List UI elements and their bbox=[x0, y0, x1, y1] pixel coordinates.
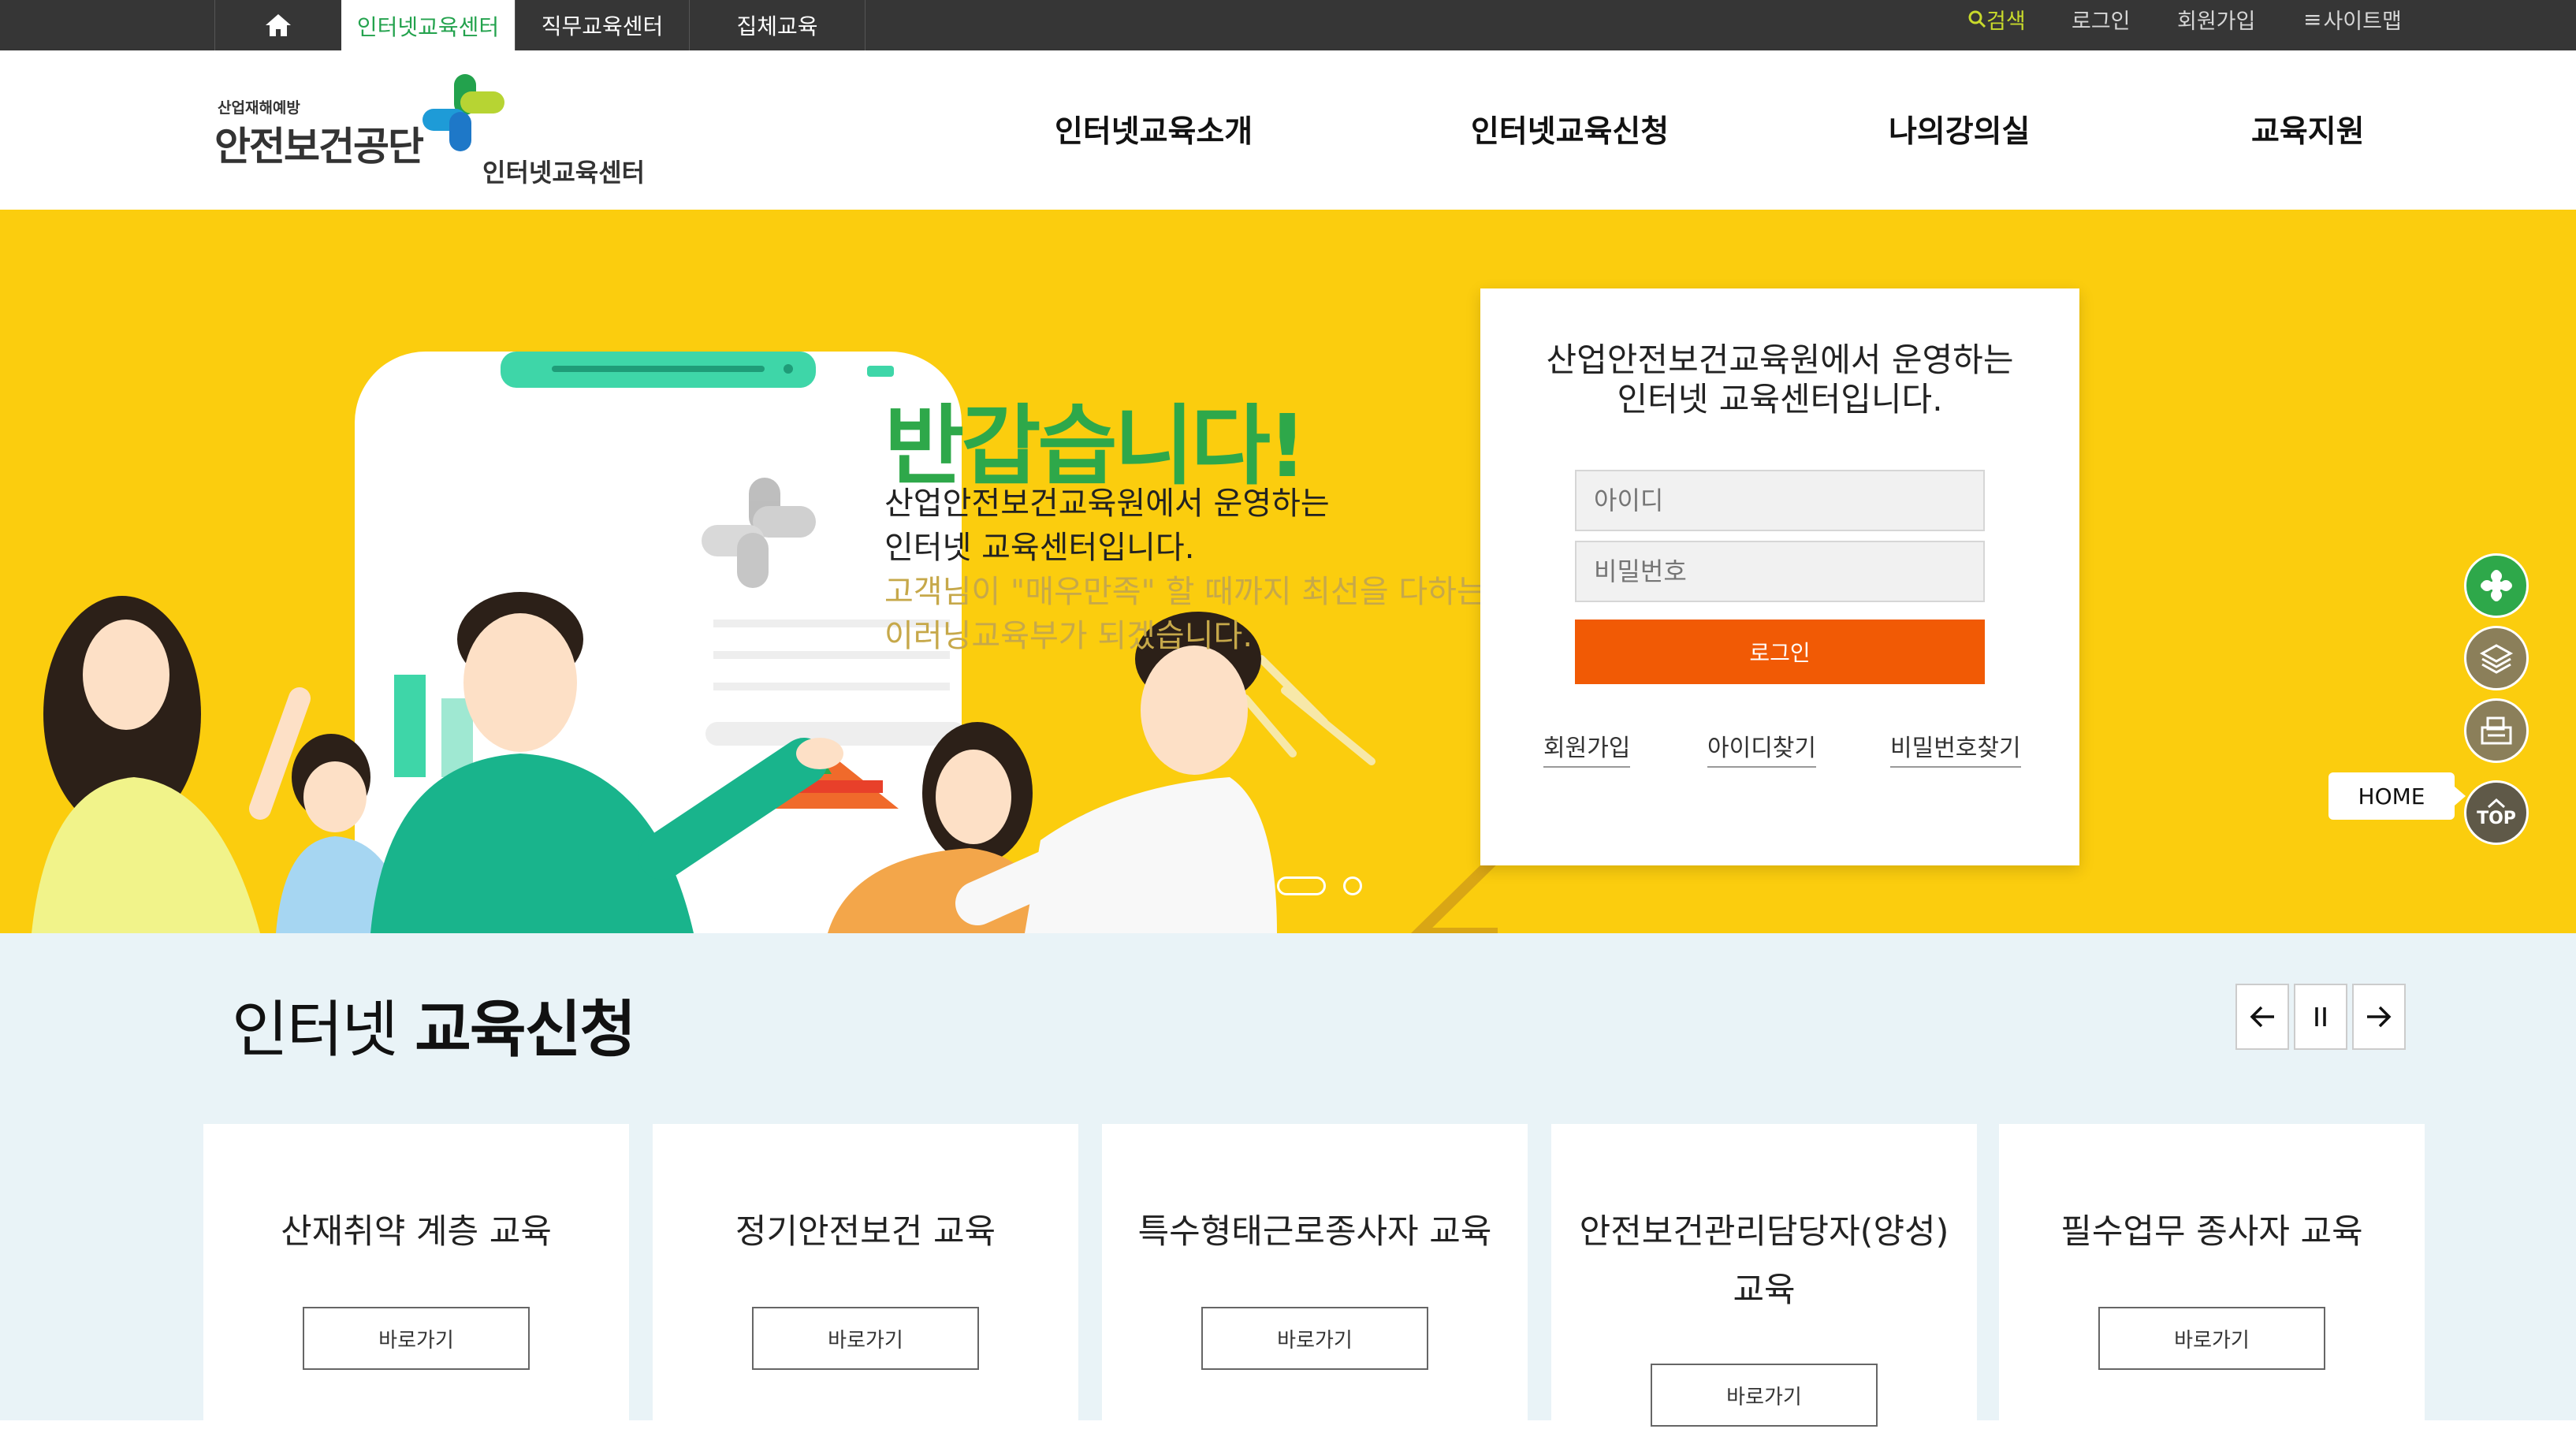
clover-icon bbox=[2481, 570, 2512, 601]
login-intro-line-1: 산업안전보건교육원에서 운영하는 bbox=[1546, 340, 2014, 379]
gnb-internet-intro[interactable]: 인터넷교육소개 bbox=[1055, 107, 1253, 151]
arrow-right-icon bbox=[2367, 1006, 2392, 1028]
id-input[interactable] bbox=[1575, 470, 1985, 531]
home-icon[interactable] bbox=[214, 0, 342, 50]
gnb-internet-apply[interactable]: 인터넷교육신청 bbox=[1471, 107, 1669, 151]
search-icon bbox=[1968, 10, 1986, 28]
scroll-top-button[interactable]: TOP bbox=[2464, 780, 2529, 845]
next-button[interactable] bbox=[2352, 984, 2406, 1050]
top-utility-bar: 인터넷교육센터 직무교육센터 집체교육 검색 로그인 회원가입 ≡ 사이트맵 bbox=[0, 0, 2576, 52]
login-button[interactable]: 로그인 bbox=[1575, 620, 1985, 684]
quick-home-button[interactable] bbox=[2464, 553, 2529, 618]
course-card-title: 필수업무 종사자 교육 bbox=[2060, 1212, 2363, 1252]
course-card: 특수형태근로종사자 교육 바로가기 bbox=[1102, 1124, 1528, 1455]
hero-line-2: 인터넷 교육센터입니다. bbox=[884, 530, 1195, 566]
section-title: 인터넷 교육신청 bbox=[232, 981, 636, 1069]
course-go-button[interactable]: 바로가기 bbox=[752, 1307, 979, 1370]
tab-group-education[interactable]: 집체교육 bbox=[690, 0, 865, 50]
gnb-education-support[interactable]: 교육지원 bbox=[2251, 107, 2365, 151]
hero-banner: 반갑습니다! 산업안전보건교육원에서 운영하는 인터넷 교육센터입니다. 고객님… bbox=[0, 210, 2576, 933]
login-panel: 산업안전보건교육원에서 운영하는 인터넷 교육센터입니다. 로그인 회원가입 아… bbox=[1480, 288, 2079, 865]
layers-icon bbox=[2479, 644, 2514, 674]
password-input[interactable] bbox=[1575, 541, 1985, 602]
section-title-bold: 교육신청 bbox=[415, 995, 636, 1066]
pause-button[interactable] bbox=[2294, 984, 2347, 1050]
slide-indicator-1[interactable] bbox=[1277, 876, 1326, 895]
section-title-light: 인터넷 bbox=[232, 995, 415, 1066]
slide-indicator-2[interactable] bbox=[1343, 876, 1362, 895]
education-apply-section: 인터넷 교육신청 산재취약 계층 교육 바로가기 정기안전보건 교육 바로가기 … bbox=[0, 933, 2576, 1455]
quick-layers-button[interactable] bbox=[2464, 626, 2529, 690]
prev-button[interactable] bbox=[2235, 984, 2289, 1050]
site-logo[interactable]: 산업재해예방 안전보건공단 인터넷교육센터 bbox=[214, 74, 656, 192]
course-card-title: 안전보건관리담당자(양성) 교육 bbox=[1579, 1212, 1949, 1310]
logo-center-name: 인터넷교육센터 bbox=[482, 158, 646, 188]
menu-icon: ≡ bbox=[2303, 6, 2322, 32]
course-card: 안전보건관리담당자(양성) 교육 바로가기 bbox=[1551, 1124, 1977, 1455]
course-card-title: 정기안전보건 교육 bbox=[735, 1212, 996, 1252]
signup-link-panel[interactable]: 회원가입 bbox=[1543, 728, 1631, 768]
course-card-title: 산재취약 계층 교육 bbox=[281, 1212, 552, 1252]
tab-job-education[interactable]: 직무교육센터 bbox=[516, 0, 690, 50]
find-password-link[interactable]: 비밀번호찾기 bbox=[1890, 728, 2021, 768]
login-intro-line-2: 인터넷 교육센터입니다. bbox=[1617, 380, 1943, 419]
logo-cross-icon bbox=[423, 74, 504, 151]
course-go-button[interactable]: 바로가기 bbox=[2098, 1307, 2325, 1370]
gnb-my-classroom[interactable]: 나의강의실 bbox=[1889, 107, 2030, 151]
sitemap-label: 사이트맵 bbox=[2323, 9, 2402, 34]
search-label: 검색 bbox=[1986, 9, 2026, 34]
quick-home-label[interactable]: HOME bbox=[2328, 772, 2466, 820]
hero-line-4: 이러닝교육부가 되겠습니다. bbox=[884, 618, 1253, 654]
signup-link[interactable]: 회원가입 bbox=[2177, 0, 2255, 38]
login-intro: 산업안전보건교육원에서 운영하는 인터넷 교육센터입니다. bbox=[1480, 340, 2079, 419]
course-go-button[interactable]: 바로가기 bbox=[303, 1307, 530, 1370]
course-go-button[interactable]: 바로가기 bbox=[1201, 1307, 1428, 1370]
course-go-button[interactable]: 바로가기 bbox=[1651, 1364, 1878, 1427]
find-id-link[interactable]: 아이디찾기 bbox=[1707, 728, 1816, 768]
pause-icon bbox=[2315, 1007, 2326, 1026]
course-card: 필수업무 종사자 교육 바로가기 bbox=[1999, 1124, 2425, 1455]
quick-print-button[interactable] bbox=[2464, 698, 2529, 763]
arrow-left-icon bbox=[2250, 1006, 2274, 1028]
hero-line-1: 산업안전보건교육원에서 운영하는 bbox=[884, 486, 1330, 522]
logo-org-name: 안전보건공단 bbox=[214, 124, 424, 169]
course-card: 정기안전보건 교육 바로가기 bbox=[653, 1124, 1078, 1455]
print-icon bbox=[2481, 716, 2512, 745]
tab-internet-education[interactable]: 인터넷교육센터 bbox=[341, 0, 516, 52]
course-card: 산재취약 계층 교육 바로가기 bbox=[203, 1124, 629, 1455]
course-card-title: 특수형태근로종사자 교육 bbox=[1137, 1212, 1492, 1252]
login-link[interactable]: 로그인 bbox=[2072, 0, 2131, 38]
site-header: 산업재해예방 안전보건공단 인터넷교육센터 인터넷교육소개 인터넷교육신청 나의… bbox=[0, 50, 2576, 210]
sitemap-link[interactable]: ≡ 사이트맵 bbox=[2303, 0, 2402, 38]
hero-line-3: 고객님이 "매우만족" 할 때까지 최선을 다하는 bbox=[884, 574, 1486, 610]
logo-tagline: 산업재해예방 bbox=[218, 99, 300, 117]
top-label: TOP bbox=[2477, 808, 2516, 828]
chevron-up-icon bbox=[2487, 798, 2506, 808]
search-link[interactable]: 검색 bbox=[1967, 0, 2026, 38]
